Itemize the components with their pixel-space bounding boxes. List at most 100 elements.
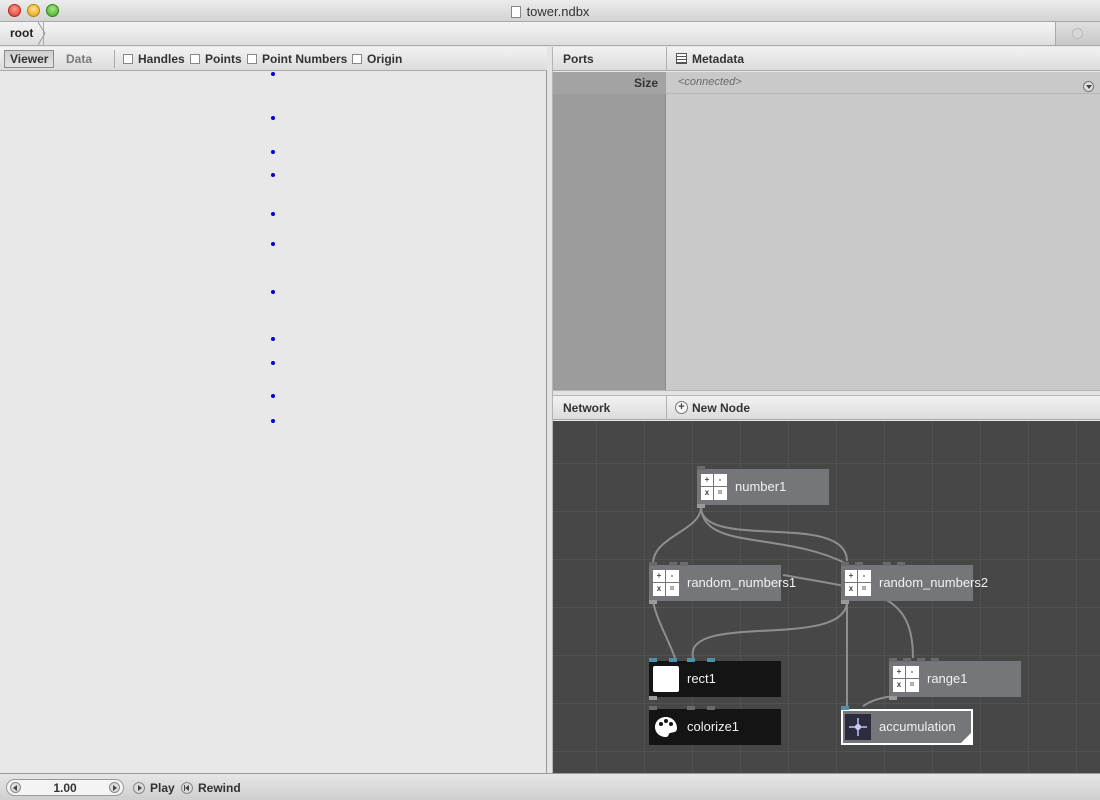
node-label: random_numbers1 bbox=[687, 575, 797, 590]
node-label: range1 bbox=[927, 671, 968, 686]
geometry-point bbox=[271, 212, 275, 216]
math-icon: + - x = bbox=[893, 666, 919, 692]
circle-icon bbox=[1072, 28, 1083, 39]
input-port[interactable] bbox=[649, 658, 657, 662]
geometry-point bbox=[271, 361, 275, 365]
node-accumulation[interactable]: accumulation bbox=[841, 706, 973, 745]
frame-value[interactable]: 1.00 bbox=[25, 781, 105, 795]
window-title: tower.ndbx bbox=[0, 4, 1100, 19]
math-icon: + - x = bbox=[653, 570, 679, 596]
input-port[interactable] bbox=[669, 562, 677, 566]
node-rect1[interactable]: rect1 bbox=[649, 658, 781, 700]
input-port[interactable] bbox=[669, 658, 677, 662]
title-bar: tower.ndbx bbox=[0, 0, 1100, 22]
input-port[interactable] bbox=[903, 658, 911, 662]
ports-header: Ports Metadata bbox=[553, 47, 1100, 71]
input-port[interactable] bbox=[883, 562, 891, 566]
toolbar-divider bbox=[114, 50, 115, 68]
points-checkbox[interactable]: Points bbox=[190, 52, 242, 68]
ports-title: Ports bbox=[563, 52, 594, 66]
output-port[interactable] bbox=[697, 504, 705, 508]
ports-panel: Size <connected> bbox=[553, 72, 1100, 390]
input-port[interactable] bbox=[697, 466, 705, 470]
geometry-point bbox=[271, 116, 275, 120]
network-title: Network bbox=[563, 401, 611, 415]
rendered-node-indicator bbox=[959, 731, 973, 745]
node-label: colorize1 bbox=[687, 719, 740, 734]
ports-label-column bbox=[553, 72, 666, 390]
input-port[interactable] bbox=[841, 706, 849, 710]
breadcrumb: root bbox=[0, 22, 1100, 46]
metadata-icon[interactable] bbox=[676, 53, 687, 64]
header-divider bbox=[666, 396, 667, 420]
input-port[interactable] bbox=[917, 658, 925, 662]
node-number1[interactable]: + - x = number1 bbox=[697, 466, 829, 508]
handles-checkbox[interactable]: Handles bbox=[123, 52, 185, 68]
viewer-canvas[interactable] bbox=[0, 72, 546, 773]
geometry-point bbox=[271, 394, 275, 398]
output-port[interactable] bbox=[889, 696, 897, 700]
input-port[interactable] bbox=[889, 658, 897, 662]
origin-checkbox[interactable]: Origin bbox=[352, 52, 402, 68]
accumulate-icon bbox=[845, 714, 871, 740]
play-icon bbox=[133, 782, 145, 794]
input-port[interactable] bbox=[841, 562, 849, 566]
new-node-button[interactable]: New Node bbox=[692, 401, 750, 415]
checkbox-icon bbox=[190, 54, 200, 64]
input-port[interactable] bbox=[931, 658, 939, 662]
geometry-point bbox=[271, 150, 275, 154]
checkbox-icon bbox=[123, 54, 133, 64]
input-port[interactable] bbox=[649, 562, 657, 566]
node-range1[interactable]: + - x = range1 bbox=[889, 658, 1021, 700]
port-row-size[interactable]: Size <connected> bbox=[553, 72, 1100, 94]
rewind-button[interactable]: Rewind bbox=[181, 781, 241, 795]
point-numbers-checkbox[interactable]: Point Numbers bbox=[247, 52, 347, 68]
geometry-point bbox=[271, 337, 275, 341]
metadata-button[interactable]: Metadata bbox=[692, 52, 744, 66]
geometry-point bbox=[271, 242, 275, 246]
input-port[interactable] bbox=[707, 658, 715, 662]
playback-bar: 1.00 Play Rewind bbox=[0, 773, 1100, 800]
input-port[interactable] bbox=[649, 706, 657, 710]
output-port[interactable] bbox=[841, 600, 849, 604]
tab-viewer[interactable]: Viewer bbox=[4, 50, 55, 68]
document-icon bbox=[510, 6, 521, 18]
node-label: rect1 bbox=[687, 671, 716, 686]
tab-data[interactable]: Data bbox=[60, 50, 98, 68]
input-port[interactable] bbox=[687, 706, 695, 710]
play-button[interactable]: Play bbox=[133, 781, 175, 795]
input-port[interactable] bbox=[707, 706, 715, 710]
network-canvas[interactable]: + - x = number1 + - x = random_numbers1 + - x… bbox=[553, 421, 1100, 773]
input-port[interactable] bbox=[855, 562, 863, 566]
viewer-pane: Viewer Data Handles Points Point Numbers… bbox=[0, 47, 547, 773]
geometry-point bbox=[271, 419, 275, 423]
rect-icon bbox=[653, 666, 679, 692]
palette-icon bbox=[655, 717, 677, 737]
connection-wire bbox=[652, 600, 676, 659]
output-port[interactable] bbox=[649, 696, 657, 700]
output-port[interactable] bbox=[649, 600, 657, 604]
breadcrumb-separator-icon bbox=[38, 22, 46, 45]
port-menu-dropdown-icon[interactable] bbox=[1083, 81, 1094, 92]
plus-icon[interactable]: + bbox=[675, 401, 688, 414]
geometry-point bbox=[271, 173, 275, 177]
frame-decrement-button[interactable] bbox=[10, 782, 21, 793]
math-icon: + - x = bbox=[845, 570, 871, 596]
frame-increment-button[interactable] bbox=[109, 782, 120, 793]
viewer-toolbar: Viewer Data Handles Points Point Numbers… bbox=[0, 47, 547, 71]
node-random-numbers1[interactable]: + - x = random_numbers1 bbox=[649, 562, 796, 604]
port-label: Size bbox=[633, 76, 658, 90]
connection-wire bbox=[700, 506, 848, 565]
input-port[interactable] bbox=[687, 658, 695, 662]
checkbox-icon bbox=[352, 54, 362, 64]
input-port[interactable] bbox=[897, 562, 905, 566]
node-random-numbers2[interactable]: + - x = random_numbers2 bbox=[841, 562, 988, 604]
breadcrumb-action-button[interactable] bbox=[1055, 22, 1100, 45]
header-divider bbox=[666, 47, 667, 71]
rewind-icon bbox=[181, 782, 193, 794]
node-colorize1[interactable]: colorize1 bbox=[649, 706, 781, 745]
network-header: Network + New Node bbox=[553, 396, 1100, 420]
frame-stepper[interactable]: 1.00 bbox=[6, 779, 124, 796]
input-port[interactable] bbox=[680, 562, 688, 566]
node-label: number1 bbox=[735, 479, 787, 494]
